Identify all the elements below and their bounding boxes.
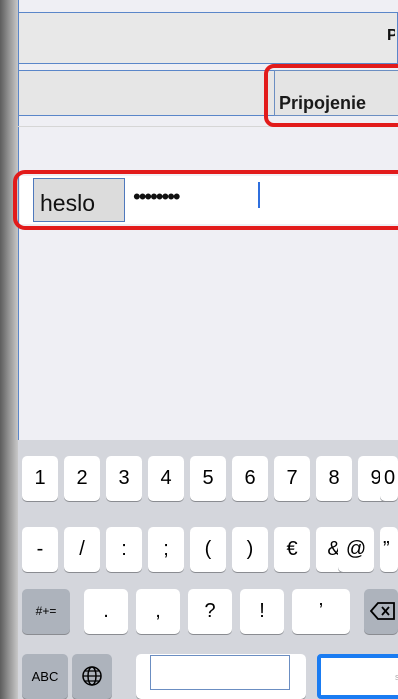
globe-icon (81, 665, 103, 692)
screen: P Pripojenie heslo •••••••• 1 2 3 4 5 6 … (0, 0, 398, 699)
key-2[interactable]: 2 (64, 456, 100, 501)
key-backspace[interactable] (364, 589, 398, 634)
key-comma[interactable]: , (136, 589, 180, 634)
key-1[interactable]: 1 (22, 456, 58, 501)
key-8[interactable]: 8 (316, 456, 352, 501)
key-apostrophe[interactable]: ’ (292, 589, 350, 634)
password-input[interactable]: •••••••• (133, 184, 181, 210)
key-semicolon[interactable]: ; (148, 527, 184, 572)
key-period[interactable]: . (84, 589, 128, 634)
password-label: heslo (33, 178, 125, 222)
key-globe[interactable] (72, 654, 112, 699)
key-question[interactable]: ? (188, 589, 232, 634)
backspace-icon (369, 601, 396, 626)
text-caret (258, 182, 260, 208)
key-0[interactable]: 0 (380, 456, 398, 501)
key-quote[interactable]: ” (380, 527, 398, 572)
key-5[interactable]: 5 (190, 456, 226, 501)
key-3[interactable]: 3 (106, 456, 142, 501)
key-abc[interactable]: ABC (22, 654, 68, 699)
key-euro[interactable]: € (274, 527, 310, 572)
key-open-paren[interactable]: ( (190, 527, 226, 572)
key-colon[interactable]: : (106, 527, 142, 572)
space-bar-field (150, 655, 290, 690)
key-6[interactable]: 6 (232, 456, 268, 501)
key-7[interactable]: 7 (274, 456, 310, 501)
key-more-symbols[interactable]: #+= (22, 589, 70, 634)
return-key[interactable] (317, 654, 398, 699)
key-4[interactable]: 4 (148, 456, 184, 501)
connect-button[interactable]: Pripojenie (274, 70, 398, 116)
navigation-bar: P (18, 12, 398, 64)
key-at[interactable]: @ (338, 527, 374, 572)
key-close-paren[interactable]: ) (232, 527, 268, 572)
navbar-title: P (387, 27, 395, 44)
key-hyphen[interactable]: - (22, 527, 58, 572)
key-slash[interactable]: / (64, 527, 100, 572)
key-exclamation[interactable]: ! (240, 589, 284, 634)
